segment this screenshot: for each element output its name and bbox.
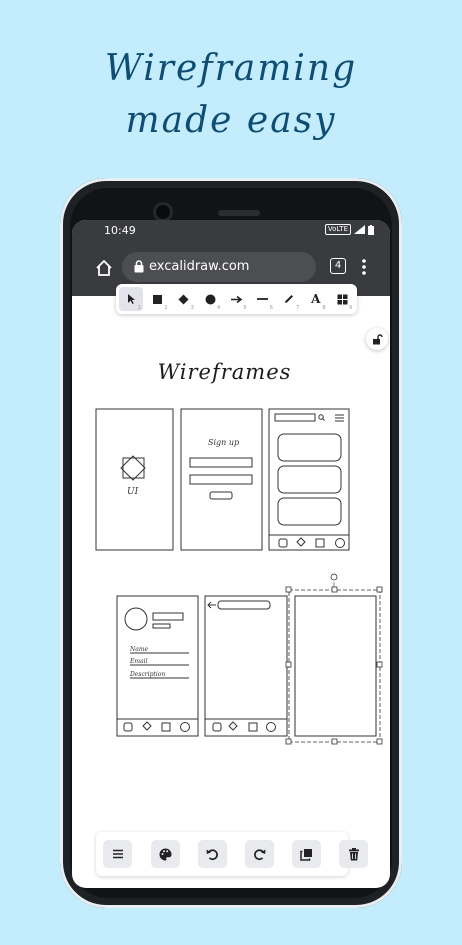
undo-button[interactable]: [198, 840, 227, 868]
card-shape: [277, 465, 342, 494]
front-camera: [156, 205, 170, 219]
hamburger-icon: [335, 414, 344, 422]
delete-button[interactable]: [339, 840, 368, 868]
form-field-name: Name: [129, 646, 149, 653]
rotate-handle: [330, 573, 338, 581]
input-box: [189, 457, 253, 468]
duplicate-button[interactable]: [292, 840, 321, 868]
phone-screen: 10:49 VoLTE excalidraw.com 4 1 2 3 4 5 6…: [72, 220, 390, 888]
wireframe-frame-5: [204, 595, 288, 737]
search-bar-shape: [274, 413, 316, 422]
wireframe-frame-3: [268, 408, 350, 551]
palette-icon: [159, 848, 172, 860]
form-field-description: Description: [129, 671, 165, 678]
selection-box: [285, 573, 383, 745]
style-palette-button[interactable]: [151, 840, 180, 868]
square-shape: [122, 457, 145, 479]
redo-icon: [254, 848, 266, 860]
wireframe-frame-6: [294, 595, 377, 737]
headline-line-1: Wireframing: [104, 48, 358, 89]
form-field-email: Email: [129, 658, 148, 665]
avatar: [124, 607, 148, 631]
headline-line-2: made easy: [125, 100, 337, 141]
frame-2-label: Sign up: [208, 438, 239, 447]
menu-icon: [112, 849, 123, 859]
wireframe-frame-4: [116, 595, 199, 737]
redo-button[interactable]: [245, 840, 274, 868]
diamond-shape: [120, 455, 146, 481]
undo-icon: [206, 848, 218, 860]
back-arrow-icon: [207, 601, 216, 609]
wireframe-frame-2: [180, 408, 263, 551]
button-shape: [209, 491, 233, 500]
card-shape: [277, 433, 342, 462]
card-shape: [277, 497, 342, 526]
frame-1-label: UI: [127, 487, 139, 497]
wireframe-frame-1: [95, 408, 174, 551]
duplicate-icon: [300, 848, 312, 861]
menu-button[interactable]: [103, 840, 132, 868]
earpiece-speaker: [218, 210, 260, 216]
input-box: [189, 474, 253, 485]
wireframe-canvas[interactable]: UI Sign up Name Email Description: [72, 220, 390, 820]
bottom-action-bar: [96, 832, 368, 876]
trash-icon: [348, 847, 359, 860]
